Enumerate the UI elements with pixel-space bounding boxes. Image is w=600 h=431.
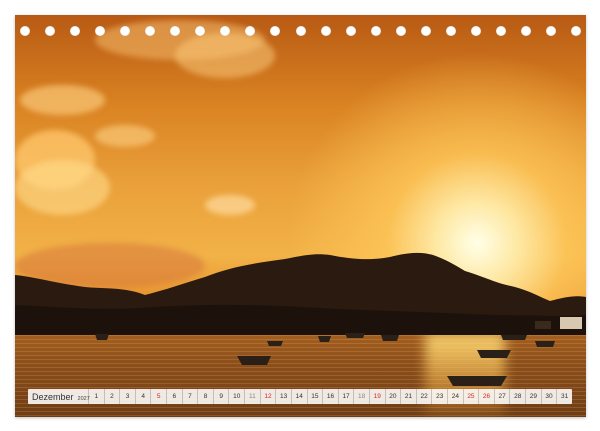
binding-hole xyxy=(245,26,256,36)
binding-hole xyxy=(520,26,531,36)
binding-hole xyxy=(445,26,456,36)
day-cell: 25 xyxy=(462,389,479,404)
day-cell: 13 xyxy=(275,389,291,404)
binding-hole xyxy=(370,26,381,36)
day-cell: 15 xyxy=(306,389,323,404)
day-cell: 29 xyxy=(525,389,541,404)
binding-hole xyxy=(70,26,81,36)
binding-hole xyxy=(45,26,56,36)
binding-hole xyxy=(295,26,306,36)
day-cell: 6 xyxy=(166,389,182,404)
day-cell: 9 xyxy=(212,389,229,404)
day-cell: 7 xyxy=(181,389,198,404)
binding-hole xyxy=(120,26,131,36)
day-cells: 1 2 3 4 5 6 7 8 9 10 11 12 13 14 15 16 17 18 19 20 21 22 23 24 2… xyxy=(88,389,572,404)
month-label: Dezember 2027 xyxy=(28,391,90,402)
binding-hole xyxy=(170,26,181,36)
day-cell: 27 xyxy=(493,389,510,404)
day-cell: 21 xyxy=(400,389,416,404)
day-cell: 26 xyxy=(478,389,494,404)
day-cell: 22 xyxy=(415,389,432,404)
day-cell: 2 xyxy=(103,389,120,404)
month-calendar-strip: Dezember 2027 1 2 3 4 5 6 7 8 9 10 11 12 13 14 15 16 17 18… xyxy=(28,389,572,404)
month-name: Dezember xyxy=(32,391,74,402)
day-cell: 19 xyxy=(368,389,385,404)
day-cell: 20 xyxy=(384,389,401,404)
binding-hole xyxy=(195,26,206,36)
day-cell: 14 xyxy=(290,389,307,404)
binding-hole xyxy=(420,26,431,36)
day-cell: 18 xyxy=(353,389,369,404)
binding-hole xyxy=(95,26,106,36)
day-cell: 24 xyxy=(447,389,463,404)
day-cell: 12 xyxy=(259,389,276,404)
day-cell: 11 xyxy=(244,389,260,404)
binding-hole xyxy=(495,26,506,36)
binding-hole xyxy=(270,26,281,36)
binding-hole xyxy=(345,26,356,36)
binding-hole xyxy=(545,26,556,36)
day-cell: 3 xyxy=(119,389,135,404)
day-cell: 1 xyxy=(88,389,104,404)
binding-hole xyxy=(20,26,30,36)
wire-binding xyxy=(15,22,586,40)
day-cell: 8 xyxy=(197,389,213,404)
binding-hole xyxy=(220,26,231,36)
landscape-illustration xyxy=(15,252,586,386)
day-cell: 5 xyxy=(150,389,166,404)
building xyxy=(560,317,582,329)
day-cell: 30 xyxy=(540,389,557,404)
calendar-page: Dezember 2027 1 2 3 4 5 6 7 8 9 10 11 12 13 14 15 16 17 18… xyxy=(15,15,586,417)
day-cell: 31 xyxy=(556,389,572,404)
building xyxy=(535,321,551,329)
day-cell: 16 xyxy=(322,389,338,404)
binding-hole xyxy=(470,26,481,36)
day-cell: 10 xyxy=(228,389,244,404)
binding-hole xyxy=(145,26,156,36)
binding-hole xyxy=(571,26,581,36)
binding-hole xyxy=(320,26,331,36)
binding-hole xyxy=(395,26,406,36)
day-cell: 28 xyxy=(509,389,525,404)
day-cell: 23 xyxy=(431,389,447,404)
day-cell: 4 xyxy=(134,389,151,404)
boats xyxy=(95,333,555,386)
day-cell: 17 xyxy=(337,389,354,404)
